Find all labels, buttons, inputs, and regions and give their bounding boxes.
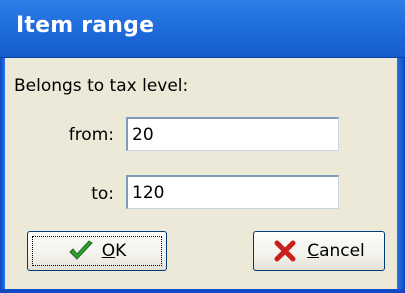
window-border-right [397,58,405,293]
from-input[interactable] [126,117,339,151]
window-border-bottom [0,289,405,293]
window-border-left [0,58,5,293]
cancel-label: Cancel [307,241,365,261]
tax-level-heading: Belongs to tax level: [14,76,189,96]
window-title: Item range [16,13,155,38]
focus-rectangle [32,236,162,266]
to-input[interactable] [126,175,339,209]
cancel-button[interactable]: Cancel [253,231,385,271]
from-label: from: [68,125,114,145]
x-icon [273,239,299,263]
item-range-dialog: Item range Belongs to tax level: from: t… [0,0,405,293]
to-label: to: [91,184,114,204]
title-bar[interactable]: Item range [0,0,405,58]
ok-button[interactable]: OK [27,231,167,271]
